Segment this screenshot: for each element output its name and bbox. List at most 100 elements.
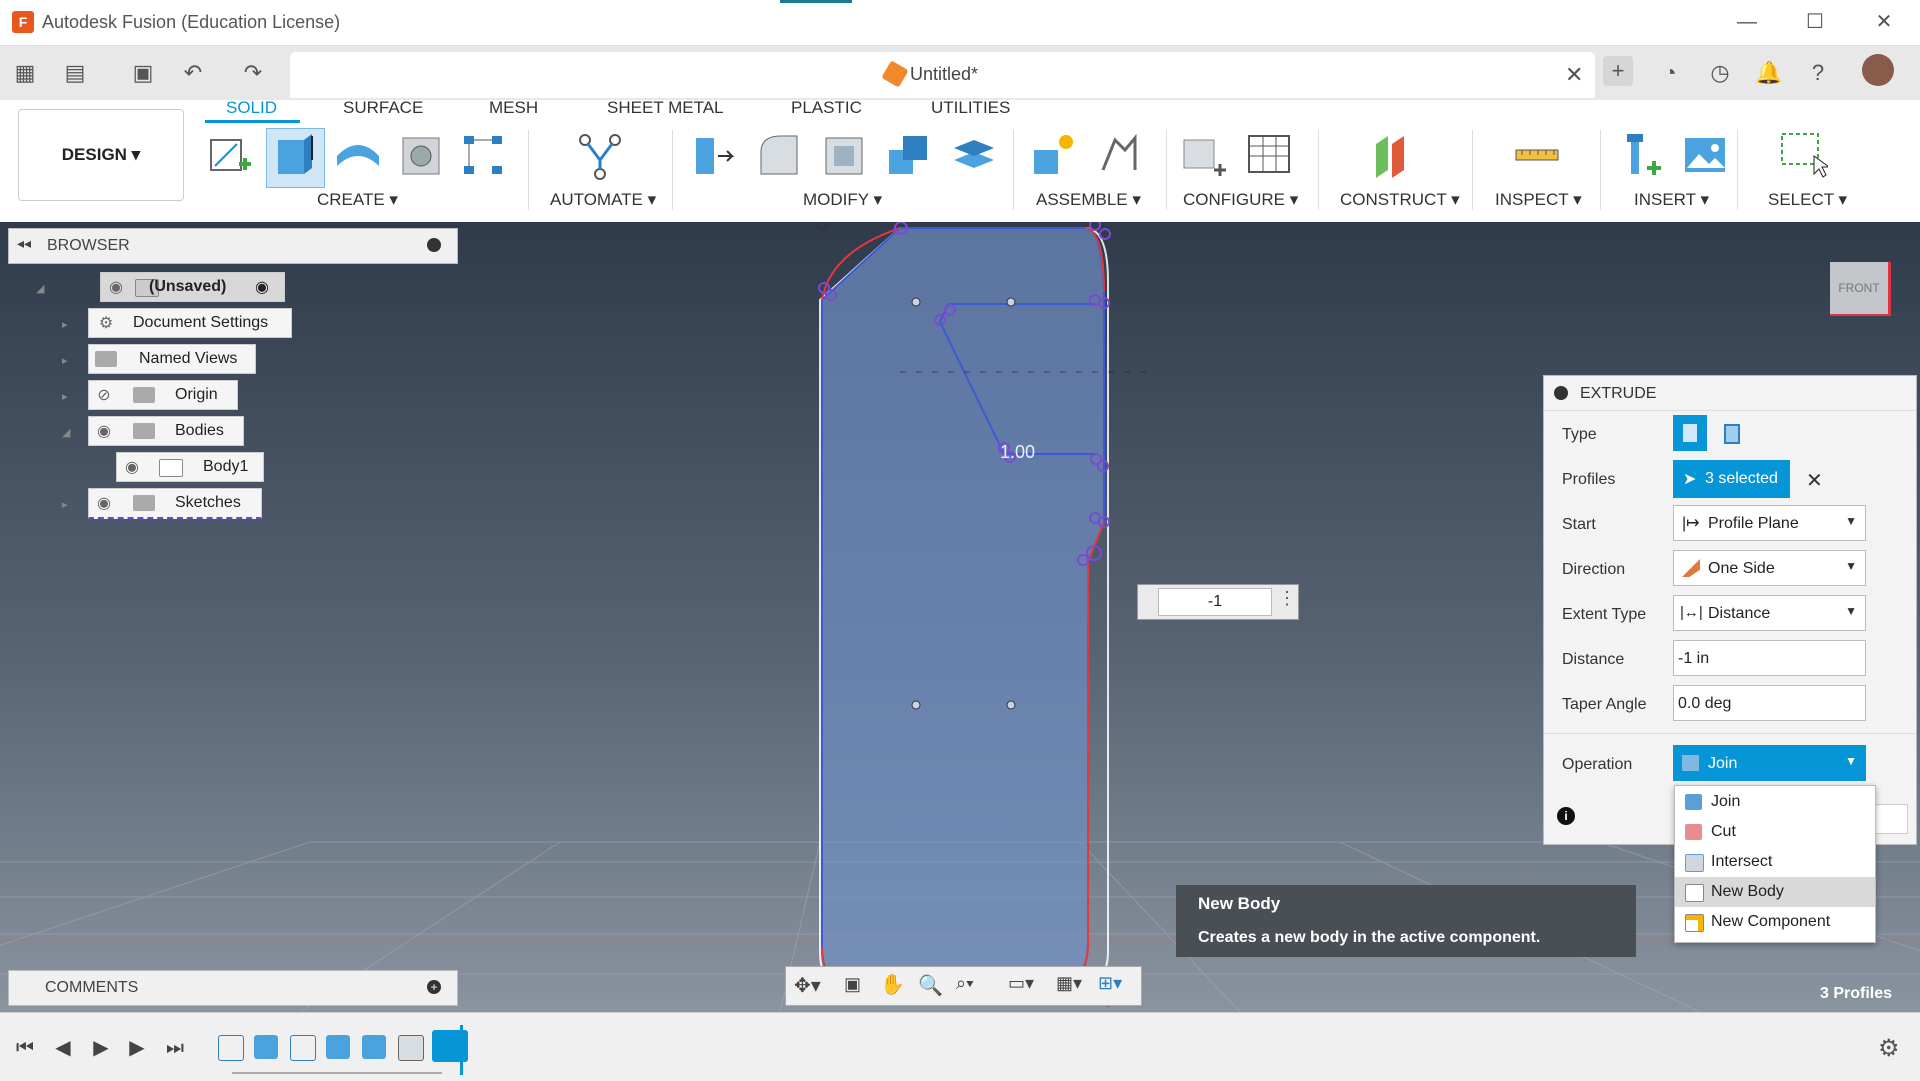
visibility-eye-icon[interactable]: ◉: [93, 493, 115, 512]
profiles-selector[interactable]: ➤ 3 selected: [1673, 460, 1790, 498]
configuration-table-icon[interactable]: [1245, 130, 1295, 182]
option-new-component[interactable]: New Component: [1675, 907, 1875, 937]
timeline-extrude-feature[interactable]: [326, 1035, 350, 1059]
hole-icon[interactable]: [397, 130, 447, 182]
timeline-fillet-feature[interactable]: [398, 1035, 424, 1061]
inspect-group[interactable]: INSPECT ▾: [1495, 190, 1582, 210]
tab-sheet-metal[interactable]: SHEET METAL: [607, 98, 724, 118]
new-tab-icon[interactable]: +: [1603, 56, 1633, 86]
timeline-play-icon[interactable]: ▶: [88, 1035, 114, 1061]
extrude-icon[interactable]: [270, 130, 320, 182]
automate-icon[interactable]: [575, 130, 625, 182]
construct-group[interactable]: CONSTRUCT ▾: [1340, 190, 1460, 210]
timeline-next-icon[interactable]: ▶: [124, 1035, 150, 1061]
offset-plane-icon[interactable]: [1370, 130, 1420, 182]
timeline-sketch-feature[interactable]: [290, 1035, 316, 1061]
new-component-icon[interactable]: [1030, 130, 1080, 182]
data-panel-icon[interactable]: ◔: [1655, 58, 1685, 88]
document-tab[interactable]: Untitled* ✕: [290, 52, 1595, 98]
revolve-icon[interactable]: [333, 130, 383, 182]
automate-group[interactable]: AUTOMATE ▾: [550, 190, 656, 210]
option-new-body[interactable]: New Body: [1675, 877, 1875, 907]
manipulator-distance-input[interactable]: -1: [1158, 588, 1272, 616]
combine-icon[interactable]: [885, 130, 935, 182]
viewcube[interactable]: FRONT: [1830, 262, 1891, 316]
grid-settings-icon[interactable]: ▦▾: [1056, 973, 1082, 994]
start-dropdown[interactable]: |↦ Profile Plane ▼: [1673, 505, 1866, 541]
browser-item-origin[interactable]: ⊘ Origin: [88, 380, 238, 410]
notifications-icon[interactable]: 🔔: [1754, 58, 1784, 88]
select-icon[interactable]: [1778, 130, 1828, 182]
timeline-sketch-feature[interactable]: [218, 1035, 244, 1061]
visibility-eye-icon[interactable]: ◉: [93, 421, 115, 440]
expand-icon[interactable]: ▸: [62, 498, 68, 511]
distance-input[interactable]: -1 in: [1673, 640, 1866, 676]
direction-dropdown[interactable]: One Side ▼: [1673, 550, 1866, 586]
hidden-eye-icon[interactable]: ⊘: [93, 385, 115, 404]
manipulator-menu-icon[interactable]: ⋮: [1278, 588, 1296, 609]
assemble-group[interactable]: ASSEMBLE ▾: [1036, 190, 1141, 210]
zoom-icon[interactable]: 🔍: [918, 973, 943, 998]
browser-root-node[interactable]: ◉ (Unsaved) ◉: [100, 272, 285, 302]
collapse-dialog-icon[interactable]: [1554, 386, 1568, 400]
tab-solid[interactable]: SOLID: [226, 98, 277, 118]
fit-icon[interactable]: ⌕▾: [956, 973, 974, 994]
option-intersect[interactable]: Intersect: [1675, 847, 1875, 877]
collapse-browser-icon[interactable]: ◂◂: [17, 235, 31, 252]
browser-item-sketches[interactable]: ◉ Sketches: [88, 488, 262, 519]
extrude-header[interactable]: EXTRUDE: [1544, 376, 1916, 411]
collapse-icon[interactable]: ◢: [62, 426, 70, 439]
modify-group[interactable]: MODIFY ▾: [803, 190, 882, 210]
insert-canvas-icon[interactable]: [1681, 130, 1731, 182]
operation-dropdown[interactable]: Join ▼: [1673, 745, 1866, 781]
close-tab-icon[interactable]: ✕: [1565, 62, 1583, 88]
timeline-last-icon[interactable]: ⏭: [162, 1035, 188, 1061]
save-icon[interactable]: ▣: [128, 58, 158, 88]
pan-icon[interactable]: ✋: [880, 972, 905, 997]
taper-angle-input[interactable]: 0.0 deg: [1673, 685, 1866, 721]
comments-panel[interactable]: COMMENTS +: [8, 970, 458, 1006]
close-window-icon[interactable]: ✕: [1864, 8, 1904, 36]
avatar[interactable]: [1862, 54, 1894, 86]
expand-root-icon[interactable]: ◢: [36, 282, 44, 295]
expand-icon[interactable]: ▸: [62, 354, 68, 367]
tab-surface[interactable]: SURFACE: [343, 98, 423, 118]
undo-icon[interactable]: ↶: [178, 58, 208, 88]
configure-icon[interactable]: [1180, 130, 1230, 182]
minimize-icon[interactable]: —: [1727, 8, 1767, 36]
timeline-marker[interactable]: [460, 1025, 463, 1075]
browser-item-document-settings[interactable]: ⚙ Document Settings: [88, 308, 292, 338]
extent-type-dropdown[interactable]: |↔| Distance ▼: [1673, 595, 1866, 631]
timeline-settings-gear-icon[interactable]: ⚙: [1878, 1034, 1900, 1063]
visibility-eye-icon[interactable]: ◉: [121, 457, 143, 476]
timeline-extrude-feature[interactable]: [254, 1035, 278, 1059]
press-pull-icon[interactable]: [692, 130, 742, 182]
viewports-icon[interactable]: ⊞▾: [1098, 973, 1122, 994]
insert-group[interactable]: INSERT ▾: [1634, 190, 1709, 210]
add-comment-icon[interactable]: +: [427, 980, 441, 994]
fillet-icon[interactable]: [755, 130, 805, 182]
joint-icon[interactable]: [1095, 130, 1145, 182]
option-cut[interactable]: Cut: [1675, 817, 1875, 847]
browser-item-named-views[interactable]: Named Views: [88, 344, 256, 374]
clear-selection-icon[interactable]: ✕: [1806, 468, 1823, 493]
distance-manipulator[interactable]: -1 ⋮: [1137, 584, 1299, 620]
pattern-icon[interactable]: [460, 130, 510, 182]
expand-icon[interactable]: ▸: [62, 390, 68, 403]
insert-mcmaster-icon[interactable]: [1617, 130, 1667, 182]
orbit-icon[interactable]: ✥▾: [794, 973, 821, 998]
create-group[interactable]: CREATE ▾: [317, 190, 398, 210]
type-thin-button[interactable]: [1714, 415, 1748, 451]
job-status-icon[interactable]: ◷: [1705, 58, 1735, 88]
dimension-value[interactable]: 1.00: [1000, 442, 1035, 463]
help-icon[interactable]: ?: [1803, 58, 1833, 88]
redo-icon[interactable]: ↷: [238, 58, 268, 88]
timeline-extrude-feature[interactable]: [362, 1035, 386, 1059]
display-settings-icon[interactable]: ▭▾: [1008, 973, 1034, 994]
browser-item-bodies[interactable]: ◉ Bodies: [88, 416, 244, 446]
option-join[interactable]: Join: [1675, 787, 1875, 817]
workspace-switcher[interactable]: DESIGN ▾: [18, 109, 184, 201]
info-icon[interactable]: i: [1557, 807, 1575, 825]
look-at-icon[interactable]: ▣: [844, 974, 861, 995]
tab-mesh[interactable]: MESH: [489, 98, 538, 118]
